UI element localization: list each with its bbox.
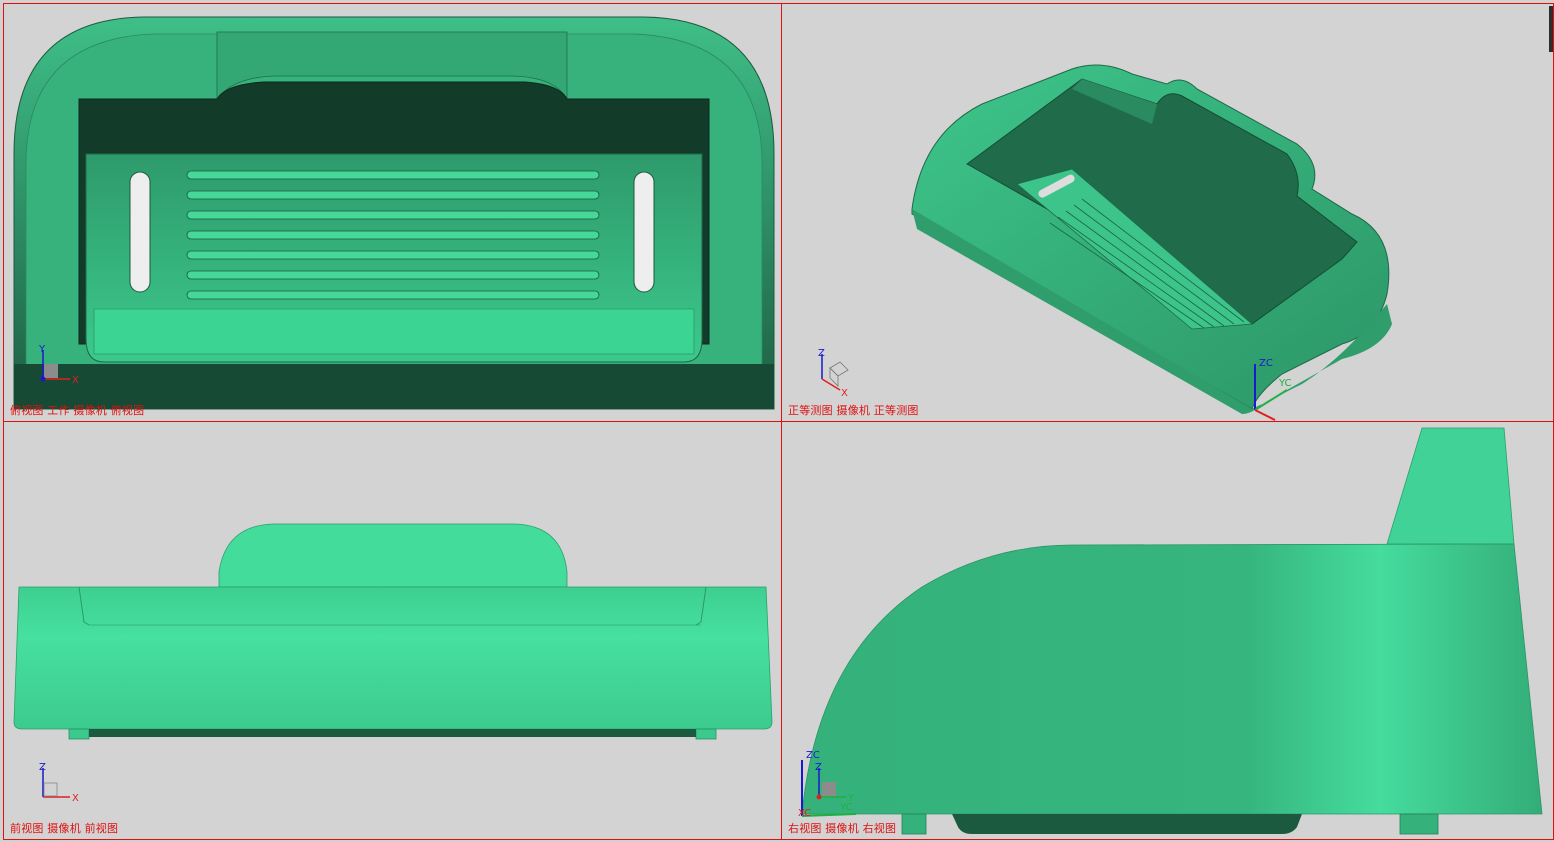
triad-z-label: Z <box>39 762 46 773</box>
triad-y-label: Y <box>38 344 46 355</box>
model-right-view <box>801 427 1543 835</box>
axis-triad-icon: Z X <box>39 762 79 804</box>
viewport-iso-label: 正等测图 摄像机 正等测图 <box>788 404 919 417</box>
model-iso-view <box>911 64 1392 414</box>
csys-yc-label: YC <box>1278 378 1292 389</box>
model-front-view <box>13 523 773 740</box>
viewport-right-label: 右视图 摄像机 右视图 <box>788 822 897 835</box>
viewport-iso[interactable]: Z X ZC YC 正等测图 摄像机 正等测图 <box>781 3 1554 422</box>
triad-y-label: Y <box>847 793 855 804</box>
csys-icon: ZC YC <box>1254 358 1292 421</box>
viewport-right[interactable]: ZC YC XC Z Y 右视图 摄像机 右视图 <box>781 421 1554 840</box>
triad-z-label: Z <box>818 348 825 359</box>
triad-x-label: X <box>72 793 79 804</box>
viewport-front-label: 前视图 摄像机 前视图 <box>10 822 119 835</box>
triad-x-label: X <box>72 375 79 386</box>
axis-triad-icon: Y X <box>38 344 79 386</box>
axis-triad-icon: Z Y <box>815 762 855 804</box>
triad-x-label: X <box>841 388 848 399</box>
viewport-front[interactable]: Z X 前视图 摄像机 前视图 <box>3 421 782 840</box>
model-top-view <box>13 16 775 410</box>
view-scroll-handle[interactable] <box>1549 6 1553 52</box>
triad-z-label: Z <box>815 762 822 773</box>
viewport-top-label: 俯视图 工作 摄像机 俯视图 <box>10 404 145 417</box>
csys-zc-label: ZC <box>1259 358 1273 369</box>
viewport-top[interactable]: Y X 俯视图 工作 摄像机 俯视图 <box>3 3 782 422</box>
axis-triad-icon: Z X <box>818 348 849 399</box>
